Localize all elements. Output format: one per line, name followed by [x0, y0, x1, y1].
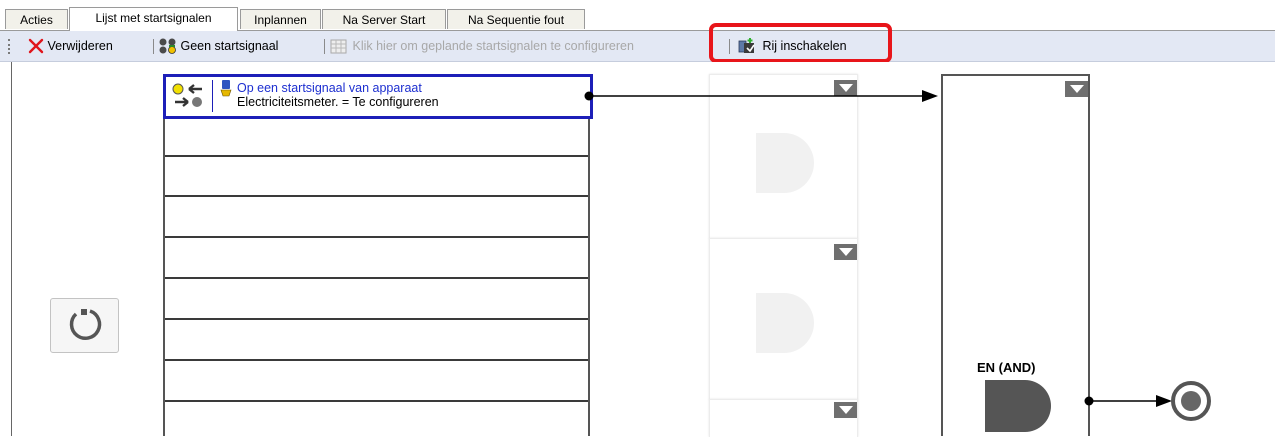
end-node-icon [1171, 381, 1211, 421]
connector-layer [584, 90, 1211, 421]
arrow-head [1156, 395, 1172, 407]
arrow-head [922, 90, 938, 102]
tab-lijst-met-startsignalen[interactable]: Lijst met startsignalen [69, 7, 238, 31]
